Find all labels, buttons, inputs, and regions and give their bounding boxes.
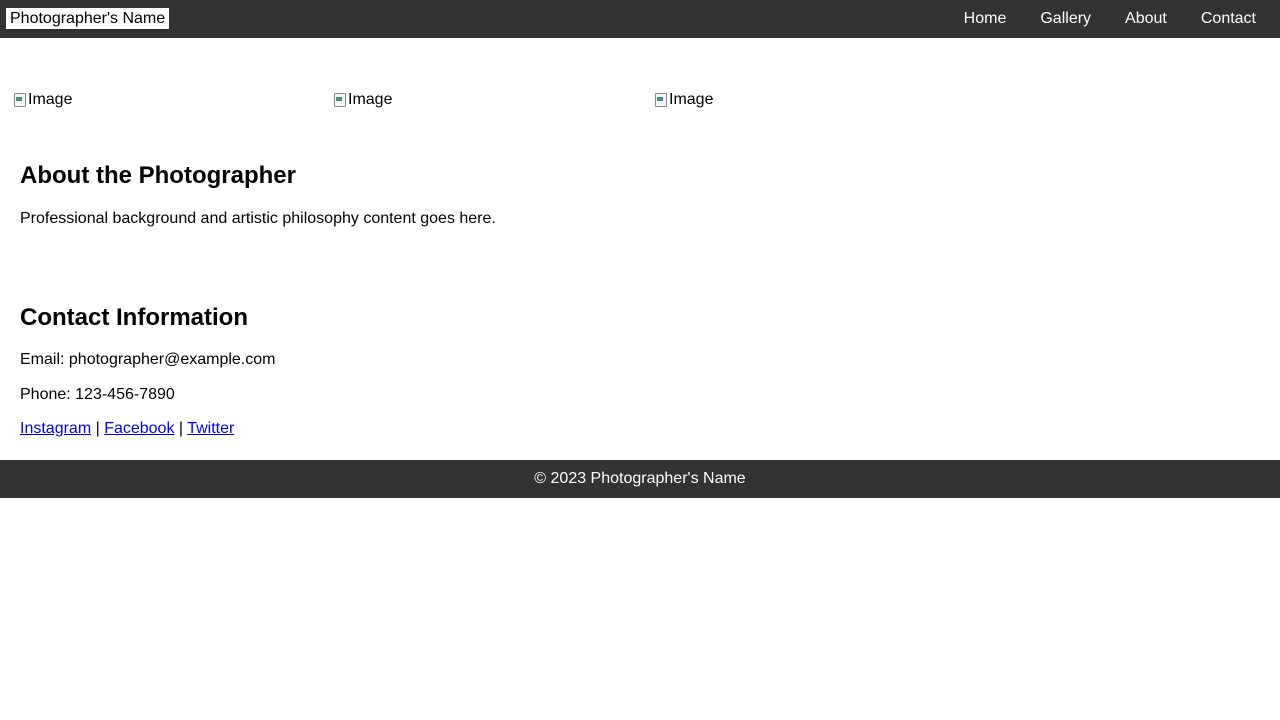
gallery-image-alt: Image	[348, 91, 393, 108]
link-separator: |	[91, 420, 105, 437]
gallery-image-alt: Image	[669, 91, 714, 108]
site-name: Photographer's Name	[6, 8, 170, 29]
contact-heading: Contact Information	[20, 304, 248, 331]
twitter-link[interactable]: Twitter	[187, 420, 234, 437]
about-section: About the Photographer Professional back…	[20, 162, 496, 229]
nav-link-contact[interactable]: Contact	[1184, 0, 1273, 38]
facebook-link[interactable]: Facebook	[104, 420, 174, 437]
broken-image-icon	[13, 92, 27, 108]
gallery-image-alt: Image	[28, 91, 73, 108]
contact-email: Email: photographer@example.com	[20, 351, 276, 368]
page-footer: © 2023 Photographer's Name	[0, 460, 1280, 498]
contact-phone: Phone: 123-456-7890	[20, 386, 175, 403]
nav-link-gallery[interactable]: Gallery	[1023, 0, 1108, 38]
gallery-image: Image	[13, 90, 72, 110]
gallery-section: Image Image Image	[13, 90, 1273, 110]
footer-copyright: © 2023 Photographer's Name	[534, 470, 746, 487]
social-links: Instagram | Facebook | Twitter	[20, 419, 275, 439]
nav-link-home[interactable]: Home	[947, 0, 1024, 38]
link-separator: |	[174, 420, 188, 437]
top-navigation-bar: Photographer's Name Home Gallery About C…	[0, 0, 1280, 38]
broken-image-icon	[333, 92, 347, 108]
contact-section: Contact Information Email: photographer@…	[20, 304, 275, 439]
about-heading: About the Photographer	[20, 162, 296, 189]
broken-image-icon	[654, 92, 668, 108]
instagram-link[interactable]: Instagram	[20, 420, 91, 437]
nav-link-about[interactable]: About	[1108, 0, 1184, 38]
about-text: Professional background and artistic phi…	[20, 210, 496, 227]
gallery-image: Image	[333, 90, 392, 110]
gallery-image: Image	[654, 90, 713, 110]
main-nav: Home Gallery About Contact	[947, 0, 1273, 38]
